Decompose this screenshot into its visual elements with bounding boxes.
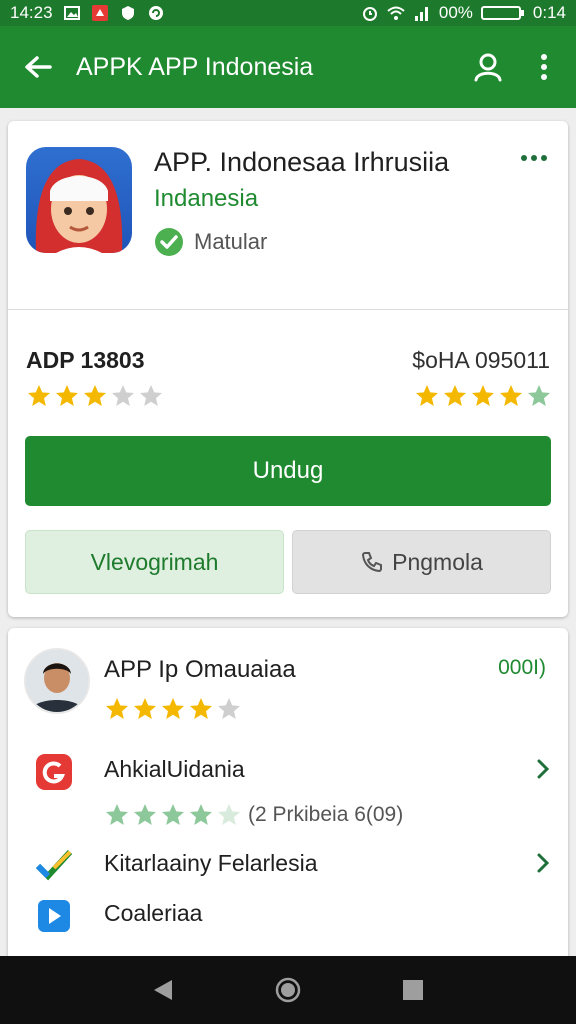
list-item-label: Kitarlaainy Felarlesia (104, 850, 318, 876)
verified-badge: Matular (154, 227, 267, 257)
tertiary-button[interactable]: Pngmola (292, 530, 551, 594)
status-time: 14:23 (10, 3, 53, 22)
nav-home-button[interactable] (266, 968, 310, 1012)
play-store-icon (34, 896, 74, 936)
star-icon (106, 698, 128, 719)
app-notification-icon (91, 5, 109, 21)
tertiary-button-label: Pngmola (392, 548, 483, 575)
list-item-label: AhkialUidania (104, 756, 245, 782)
back-button[interactable] (0, 26, 76, 108)
star-icon (472, 385, 494, 406)
image-icon (63, 5, 81, 21)
person-icon (474, 53, 502, 82)
check-circle-icon (155, 228, 183, 256)
alarm-icon (361, 5, 379, 21)
chevron-right-icon (536, 852, 550, 879)
list-item-kitarlaainy[interactable]: Kitarlaainy Felarlesia (24, 840, 552, 888)
star-icon (56, 385, 78, 406)
nav-back-button[interactable] (141, 968, 185, 1012)
star-icon (134, 804, 156, 825)
checkmark-logo-icon (34, 846, 74, 886)
arrow-left-icon (25, 56, 52, 78)
phone-heart-icon (362, 552, 383, 573)
star-icon (162, 698, 184, 719)
square-recents-icon (403, 980, 424, 1000)
review-item[interactable]: APP Ip Omauaiaa 000I) (24, 648, 552, 728)
star-icon (190, 804, 212, 825)
developer-link[interactable]: Indanesia (154, 185, 258, 213)
nav-recents-button[interactable] (391, 968, 435, 1012)
list-item-subrating: (2 Prkibeia 6(09) (104, 802, 403, 828)
overflow-menu-button[interactable] (516, 26, 572, 108)
shield-icon (119, 5, 137, 21)
app-details-card: APP. Indonesaa Irhrusiia Indanesia Matul… (8, 121, 568, 617)
battery-icon (480, 5, 525, 21)
list-item-ahkialuidania[interactable]: AhkialUidania (2 Prkibeia 6(09) (24, 746, 552, 826)
system-nav-bar (0, 956, 576, 1024)
star-icon (218, 804, 240, 825)
app-red-icon (34, 752, 74, 792)
status-bar: 14:23 00% 0:14 (0, 0, 576, 26)
app-stat-left: ADP 13803 (26, 347, 145, 373)
list-item-coaleriaa[interactable]: Coaleriaa (24, 890, 552, 938)
circle-home-icon (275, 977, 301, 1003)
app-name: APP. Indonesaa Irhrusiia (154, 147, 450, 177)
reviewer-name: APP Ip Omauaiaa (104, 656, 296, 683)
list-item-subtext: (2 Prkibeia 6(09) (248, 803, 404, 826)
wifi-icon (387, 5, 405, 21)
rating-stars-left (26, 383, 164, 409)
star-icon (162, 804, 184, 825)
star-icon (444, 385, 466, 406)
more-options-button[interactable] (520, 149, 548, 167)
review-count[interactable]: 000I) (498, 656, 546, 680)
install-button[interactable]: Undug (25, 436, 551, 506)
status-clock-right: 0:14 (532, 3, 566, 22)
star-icon (416, 385, 438, 406)
star-icon (190, 698, 212, 719)
star-icon (140, 385, 162, 406)
triangle-back-icon (153, 980, 172, 1000)
reviews-card: APP Ip Omauaiaa 000I) AhkialUidania (2 P… (8, 628, 568, 968)
signal-icon (413, 5, 431, 21)
battery-percent: 00% (438, 3, 473, 22)
app-stat-right: $oHA 095011 (412, 347, 550, 373)
more-vert-icon (541, 54, 547, 80)
list-item-label: Coaleriaa (104, 900, 203, 926)
avatar (24, 648, 90, 714)
star-icon (84, 385, 106, 406)
verified-label: Matular (194, 229, 268, 254)
star-icon (28, 385, 50, 406)
account-button[interactable] (460, 26, 516, 108)
star-icon (218, 698, 240, 719)
star-icon (528, 385, 550, 406)
more-horiz-icon (521, 155, 547, 161)
chevron-right-icon (536, 758, 550, 785)
review-stars (104, 696, 242, 722)
page-title: APPK APP Indonesia (76, 52, 314, 81)
rating-stars-right (414, 383, 552, 409)
app-icon (26, 147, 132, 253)
star-icon (106, 804, 128, 825)
sync-icon (147, 5, 165, 21)
secondary-button[interactable]: Vlevogrimah (25, 530, 284, 594)
star-icon (112, 385, 134, 406)
list-item-stars (104, 802, 242, 828)
star-icon (500, 385, 522, 406)
app-bar: APPK APP Indonesia (0, 26, 576, 108)
star-icon (134, 698, 156, 719)
divider (8, 309, 568, 310)
